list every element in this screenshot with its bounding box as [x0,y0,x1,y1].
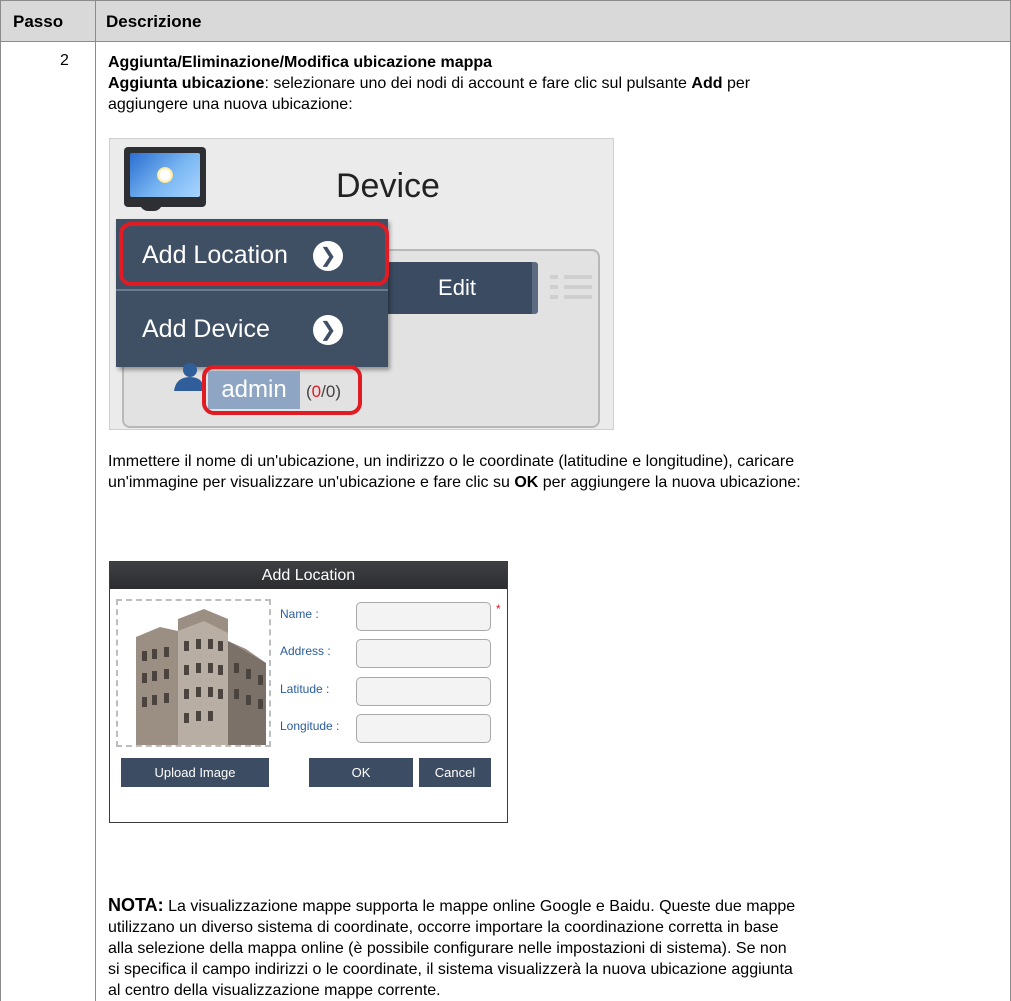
list-icon[interactable] [548,269,592,309]
header-description: Descrizione [106,12,202,31]
device-menu-screenshot: Device Edit Add Location ❯ Add Device ❯ … [109,138,614,430]
enter-ok: OK [514,474,539,491]
step-title: Aggiunta/Eliminazione/Modifica ubicazion… [108,54,493,71]
note-label: NOTA: [108,895,164,915]
label-longitude: Longitude : [280,719,340,733]
latitude-field[interactable] [356,677,491,706]
note-line-2: utilizzano un diverso sistema di coordin… [108,919,779,936]
longitude-field[interactable] [356,714,491,743]
label-latitude: Latitude : [280,682,330,696]
note-line-4: si specifica il campo indirizzi o le coo… [108,961,793,978]
address-field[interactable] [356,639,491,668]
upload-image-button[interactable]: Upload Image [121,758,269,787]
cancel-button[interactable]: Cancel [419,758,491,787]
location-image-area[interactable] [116,599,271,747]
highlight-admin-node [202,365,362,415]
add-location-paragraph: Aggiunta ubicazione: selezionare uno dei… [108,73,750,94]
table-border-left [0,0,1,1001]
label-address: Address : [280,644,331,658]
required-mark: * [496,602,501,616]
instruction-table: Passo Descrizione 2 Aggiunta/Eliminazion… [0,0,1011,1001]
enter-text-1: Immettere il nome di un'ubicazione, un i… [108,453,795,470]
monitor-icon [124,147,206,207]
edit-button[interactable]: Edit [382,262,538,314]
monitor-stand [140,199,162,211]
note-line-5: al centro della visualizzazione mappe co… [108,982,441,999]
name-field[interactable] [356,602,491,631]
table-header: Passo Descrizione [0,0,1011,42]
add-location-dialog-screenshot: Add Location Name : * Address: Latitude… [109,561,508,823]
add-text-3: aggiungere una nuova ubicazione: [108,96,353,113]
note-line-3: alla selezione della mappa online (è pos… [108,940,787,957]
add-location-label: Aggiunta ubicazione [108,75,265,92]
menu-item-add-device[interactable]: Add Device ❯ [116,293,388,365]
building-image [136,609,266,745]
dialog-title: Add Location [110,562,507,589]
device-title: Device [336,167,440,205]
enter-text-2: un'immagine per visualizzare un'ubicazio… [108,474,801,491]
user-icon [174,363,204,391]
label-name: Name : [280,607,319,621]
add-text-2: per [722,75,751,92]
step-number: 2 [60,52,69,69]
header-step: Passo [13,12,64,31]
chevron-right-icon: ❯ [313,315,343,345]
note-line-1: NOTA: La visualizzazione mappe supporta … [108,895,796,915]
add-button-name: Add [691,75,723,92]
ok-button[interactable]: OK [309,758,413,787]
column-divider [95,0,96,1001]
highlight-add-location [119,222,389,286]
add-text-1: : selezionare uno dei nodi di account e … [264,75,692,92]
menu-item-label: Add Device [142,315,270,343]
